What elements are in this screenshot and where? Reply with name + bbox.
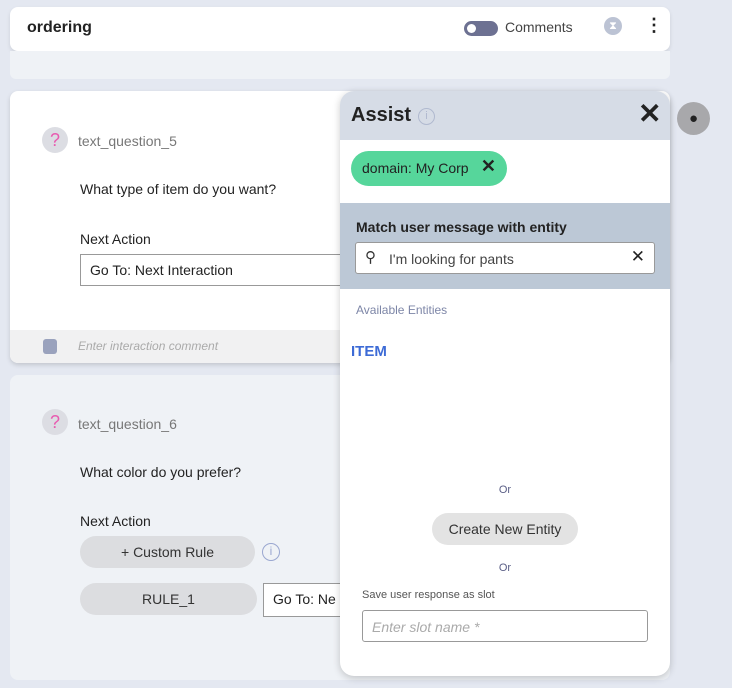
interaction-id: text_question_6	[78, 416, 177, 432]
slot-label: Save user response as slot	[362, 589, 495, 601]
interaction-id: text_question_5	[78, 133, 177, 149]
create-new-entity-button[interactable]: Create New Entity	[432, 513, 578, 545]
custom-rule-button[interactable]: + Custom Rule	[80, 536, 255, 568]
page-title: ordering	[27, 19, 92, 36]
search-icon: ⚲	[365, 249, 376, 266]
page-header: ordering Comments ⧗ ⋮	[10, 7, 670, 51]
entity-item[interactable]: ITEM	[351, 343, 387, 360]
or-divider: Or	[498, 562, 512, 574]
next-action-label: Next Action	[80, 231, 151, 247]
info-icon[interactable]: i	[262, 543, 280, 561]
comment-icon	[43, 339, 57, 354]
entity-search-input[interactable]: ⚲ I'm looking for pants ✕	[355, 242, 655, 274]
comments-toggle[interactable]	[464, 21, 498, 36]
question-text: What type of item do you want?	[80, 181, 277, 197]
assist-title: Assist	[351, 104, 412, 126]
question-icon: ?	[42, 409, 68, 435]
question-icon: ?	[42, 127, 68, 153]
hourglass-icon[interactable]: ⧗	[604, 17, 622, 35]
match-section: Match user message with entity ⚲ I'm loo…	[340, 203, 670, 289]
domain-chip-label: domain: My Corp	[362, 160, 469, 176]
assist-headset-icon[interactable]: ●	[677, 102, 710, 135]
search-value: I'm looking for pants	[389, 251, 514, 267]
comment-input[interactable]: Enter interaction comment	[78, 339, 218, 353]
comments-label: Comments	[505, 19, 573, 35]
next-action-label: Next Action	[80, 513, 151, 529]
or-divider: Or	[498, 484, 512, 496]
question-text: What color do you prefer?	[80, 464, 242, 480]
next-action-select[interactable]: Go To: Next Interaction	[80, 254, 360, 286]
rule-button[interactable]: RULE_1	[80, 583, 257, 615]
clear-search-icon[interactable]: ✕	[631, 247, 645, 267]
close-icon[interactable]: ✕	[638, 97, 661, 130]
domain-chip: domain: My Corp ✕	[351, 151, 507, 186]
remove-chip-icon[interactable]: ✕	[481, 156, 496, 177]
match-label: Match user message with entity	[356, 219, 567, 235]
assist-header: Assist i ✕	[340, 91, 670, 140]
info-icon[interactable]: i	[418, 108, 435, 125]
header-strip	[10, 51, 670, 79]
available-entities-label: Available Entities	[356, 303, 448, 317]
more-menu-icon[interactable]: ⋮	[645, 15, 663, 36]
assist-panel: Assist i ✕ domain: My Corp ✕ Match user m…	[340, 91, 670, 676]
slot-name-input[interactable]: Enter slot name *	[362, 610, 648, 642]
